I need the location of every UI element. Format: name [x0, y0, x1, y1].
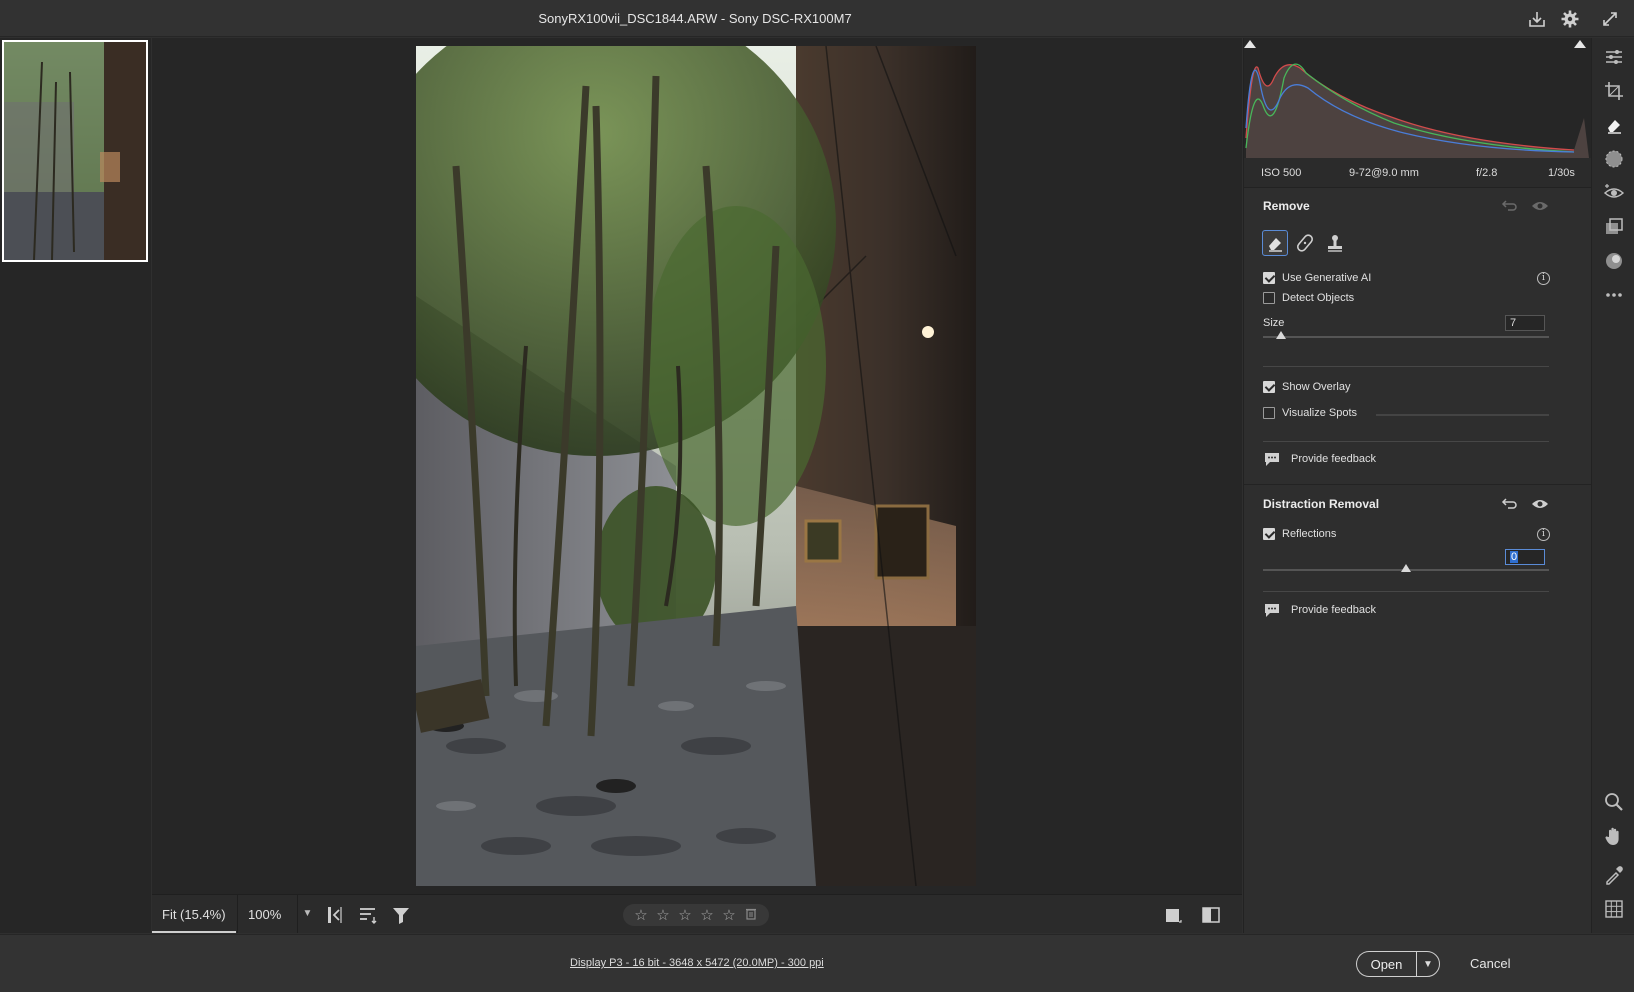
reflections-value-field[interactable]: 0 [1505, 549, 1545, 565]
eraser-tool-button[interactable] [1262, 230, 1288, 256]
use-generative-ai-row[interactable]: Use Generative AI [1263, 272, 1371, 284]
zoom-100-button[interactable]: 100% [237, 895, 297, 933]
open-options-chevron-icon[interactable]: ▼ [1416, 951, 1440, 977]
grid-overlay-icon[interactable] [1603, 898, 1625, 920]
window-title: SonyRX100vii_DSC1844.ARW - Sony DSC-RX10… [538, 11, 852, 26]
feedback-speech-bubble-icon [1265, 604, 1279, 617]
size-slider-thumb[interactable] [1276, 331, 1286, 339]
tool-strip [1591, 38, 1634, 933]
clone-stamp-icon[interactable] [1322, 230, 1348, 256]
workflow-options-link[interactable]: Display P3 - 16 bit - 3648 x 5472 (20.0M… [570, 957, 824, 969]
single-view-icon[interactable] [1162, 904, 1184, 926]
red-eye-icon[interactable] [1603, 182, 1625, 204]
remove-section-title: Remove [1263, 199, 1310, 213]
detect-objects-checkbox[interactable] [1263, 292, 1275, 304]
exif-shutter: 1/30s [1548, 167, 1575, 179]
size-label: Size [1263, 317, 1285, 329]
detect-objects-label: Detect Objects [1282, 292, 1355, 304]
filmstrip [0, 38, 151, 933]
canvas-toolbar: Fit (15.4%) 100% ▼ ☆ ☆ ☆ ☆ ☆ [152, 894, 1242, 933]
edit-panel: ISO 500 9-72@9.0 mm f/2.8 1/30s Remove U… [1243, 38, 1592, 933]
masking-icon[interactable] [1603, 148, 1625, 170]
zoom-fit-button[interactable]: Fit (15.4%) [152, 895, 236, 933]
cancel-button[interactable]: Cancel [1470, 956, 1510, 971]
footer-bar: Display P3 - 16 bit - 3648 x 5472 (20.0M… [0, 934, 1634, 992]
provide-feedback-label: Provide feedback [1291, 604, 1376, 616]
visibility-eye-icon[interactable] [1531, 197, 1549, 215]
color-mixer-icon[interactable] [1603, 250, 1625, 272]
histogram [1244, 38, 1592, 158]
rating-star-4[interactable]: ☆ [699, 906, 715, 924]
size-label-row: Size [1263, 317, 1284, 329]
visualize-spots-checkbox[interactable] [1263, 407, 1275, 419]
photo-preview[interactable] [416, 46, 976, 886]
exif-iso: ISO 500 [1261, 167, 1302, 179]
exif-lens: 9-72@9.0 mm [1349, 167, 1419, 179]
info-icon[interactable]: i [1537, 528, 1550, 541]
filmstrip-thumbnail[interactable] [2, 40, 148, 262]
provide-feedback-label: Provide feedback [1291, 453, 1376, 465]
title-bar: SonyRX100vii_DSC1844.ARW - Sony DSC-RX10… [0, 0, 1634, 37]
visualize-spots-slider[interactable] [1376, 414, 1549, 416]
fullscreen-icon[interactable] [1600, 9, 1620, 29]
edit-sliders-icon[interactable] [1603, 46, 1625, 68]
rating-star-3[interactable]: ☆ [677, 906, 693, 924]
feedback-speech-bubble-icon [1265, 453, 1279, 466]
healing-brush-icon[interactable] [1292, 230, 1318, 256]
divider [1263, 591, 1549, 592]
zoom-dropdown-chevron-icon[interactable]: ▼ [297, 895, 317, 933]
visibility-eye-icon[interactable] [1531, 495, 1549, 513]
divider [1263, 366, 1549, 367]
reflections-slider-thumb[interactable] [1401, 564, 1411, 572]
toggle-filmstrip-icon[interactable] [324, 904, 346, 926]
eyedropper-icon[interactable] [1603, 864, 1625, 886]
distraction-removal-section: Distraction Removal Reflections i 0 Prov… [1244, 484, 1592, 684]
size-slider-track[interactable] [1263, 336, 1549, 338]
reflections-row[interactable]: Reflections [1263, 528, 1336, 540]
provide-feedback-link[interactable]: Provide feedback [1263, 450, 1376, 468]
distraction-removal-title: Distraction Removal [1263, 497, 1380, 511]
show-overlay-label: Show Overlay [1282, 381, 1351, 393]
crop-icon[interactable] [1603, 80, 1625, 102]
save-icon[interactable] [1527, 9, 1547, 29]
exif-bar: ISO 500 9-72@9.0 mm f/2.8 1/30s [1244, 158, 1592, 188]
rating-star-5[interactable]: ☆ [721, 906, 737, 924]
provide-feedback-link[interactable]: Provide feedback [1263, 601, 1376, 619]
detect-objects-row[interactable]: Detect Objects [1263, 292, 1354, 304]
more-options-icon[interactable] [1603, 284, 1625, 306]
star-rating: ☆ ☆ ☆ ☆ ☆ [623, 904, 769, 926]
delete-trash-icon[interactable] [743, 907, 759, 924]
show-overlay-checkbox[interactable] [1263, 381, 1275, 393]
zoom-magnifier-icon[interactable] [1603, 791, 1625, 813]
use-generative-ai-label: Use Generative AI [1282, 272, 1372, 284]
visualize-spots-row[interactable]: Visualize Spots [1263, 407, 1357, 419]
reset-icon[interactable] [1500, 197, 1518, 215]
visualize-spots-label: Visualize Spots [1282, 407, 1358, 419]
remove-eraser-icon[interactable] [1603, 114, 1625, 136]
presets-icon[interactable] [1603, 216, 1625, 238]
remove-section: Remove Use Generative AI i Detect Object… [1244, 188, 1592, 484]
info-icon[interactable]: i [1537, 272, 1550, 285]
settings-gear-icon[interactable] [1560, 9, 1580, 29]
show-overlay-row[interactable]: Show Overlay [1263, 381, 1350, 393]
use-generative-ai-checkbox[interactable] [1263, 272, 1275, 284]
reflections-checkbox[interactable] [1263, 528, 1275, 540]
reset-icon[interactable] [1500, 495, 1518, 513]
reflections-value: 0 [1510, 551, 1519, 563]
filter-funnel-icon[interactable] [390, 904, 412, 926]
rating-star-1[interactable]: ☆ [633, 906, 649, 924]
rating-star-2[interactable]: ☆ [655, 906, 671, 924]
size-value-field[interactable]: 7 [1505, 315, 1545, 331]
image-canvas[interactable] [152, 38, 1242, 894]
hand-pan-icon[interactable] [1603, 825, 1625, 847]
divider [1263, 441, 1549, 442]
before-after-view-icon[interactable] [1200, 904, 1222, 926]
exif-aperture: f/2.8 [1476, 167, 1498, 179]
reflections-label: Reflections [1282, 528, 1337, 540]
open-button[interactable]: Open [1356, 951, 1416, 977]
sort-icon[interactable] [357, 904, 379, 926]
